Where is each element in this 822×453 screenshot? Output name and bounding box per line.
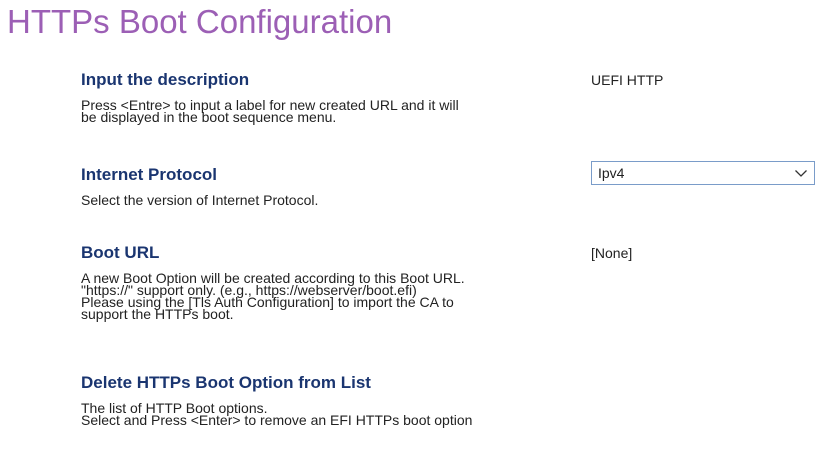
internet-protocol-selected-value: Ipv4 <box>598 165 625 181</box>
boot-url-title: Boot URL <box>81 243 160 262</box>
description-setting[interactable]: Input the description UEFI HTTP Press <E… <box>81 70 821 140</box>
boot-url-setting[interactable]: Boot URL [None] A new Boot Option will b… <box>81 243 821 348</box>
help-line: Select and Press <Enter> to remove an EF… <box>81 412 473 428</box>
help-line: Select the version of Internet Protocol. <box>81 192 319 208</box>
chevron-down-icon <box>795 170 807 177</box>
boot-url-help-text: A new Boot Option will be created accord… <box>81 271 581 321</box>
boot-url-value[interactable]: [None] <box>591 245 632 261</box>
delete-boot-option-title: Delete HTTPs Boot Option from List <box>81 373 371 392</box>
delete-boot-option-help-text: The list of HTTP Boot options. Select an… <box>81 401 581 428</box>
internet-protocol-help-text: Select the version of Internet Protocol. <box>81 192 581 208</box>
description-value[interactable]: UEFI HTTP <box>591 72 663 88</box>
https-boot-config-page: HTTPs Boot Configuration Input the descr… <box>0 0 822 453</box>
help-line: be displayed in the boot sequence menu. <box>81 109 337 125</box>
description-help-text: Press <Entre> to input a label for new c… <box>81 98 581 125</box>
description-setting-title: Input the description <box>81 70 250 89</box>
internet-protocol-title: Internet Protocol <box>81 165 218 184</box>
internet-protocol-select[interactable]: Ipv4 <box>591 161 815 185</box>
delete-boot-option-setting[interactable]: Delete HTTPs Boot Option from List The l… <box>81 373 821 443</box>
internet-protocol-setting: Internet Protocol Ipv4 Select the versio… <box>81 161 821 215</box>
page-title: HTTPs Boot Configuration <box>7 3 393 40</box>
